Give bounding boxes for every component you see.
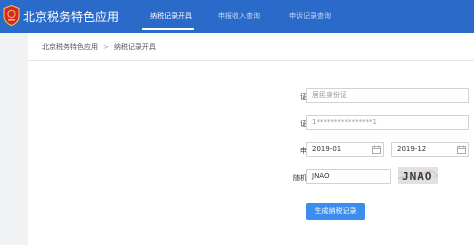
main-panel: 北京税务特色应用>纳税记录开具 证件类型 居民身份证 证件号码 1*******… xyxy=(28,33,474,245)
date-end-field[interactable]: 2019-12 xyxy=(391,142,469,157)
date-start-value: 2019-01 xyxy=(312,145,342,153)
divider xyxy=(28,60,474,61)
calendar-icon[interactable] xyxy=(457,145,466,154)
id-type-placeholder: 居民身份证 xyxy=(312,91,347,99)
id-number-value: 1****************1 xyxy=(312,118,377,126)
captcha-noise-graphic: JNAO xyxy=(398,170,438,183)
id-type-select[interactable]: 居民身份证 xyxy=(306,88,469,103)
id-number-field[interactable]: 1****************1 xyxy=(306,115,469,130)
calendar-icon[interactable] xyxy=(372,145,381,154)
nav-tax-record-issue[interactable]: 纳税记录开具 xyxy=(150,11,192,21)
date-end-value: 2019-12 xyxy=(397,145,427,153)
date-start-field[interactable]: 2019-01 xyxy=(306,142,384,157)
captcha-image-text: JNAO xyxy=(402,170,433,183)
tax-emblem-icon xyxy=(3,5,20,26)
top-bar: 北京税务特色应用 纳税记录开具 申报收入查询 申诉记录查询 xyxy=(0,0,474,33)
breadcrumb-separator: > xyxy=(103,43,109,51)
nav-income-query[interactable]: 申报收入查询 xyxy=(218,11,260,21)
captcha-input[interactable]: JNAO xyxy=(306,169,391,184)
captcha-image[interactable]: JNAO xyxy=(398,167,438,184)
breadcrumb: 北京税务特色应用 > 纳税记录开具 xyxy=(42,42,156,52)
active-nav-indicator xyxy=(142,28,194,30)
app-title: 北京税务特色应用 xyxy=(23,10,120,24)
breadcrumb-current: 纳税记录开具 xyxy=(113,43,156,51)
breadcrumb-home[interactable]: 北京税务特色应用 xyxy=(42,43,98,51)
captcha-input-value: JNAO xyxy=(312,172,330,180)
nav-appeal-query[interactable]: 申诉记录查询 xyxy=(289,11,331,21)
generate-tax-record-button[interactable]: 生成纳税记录 xyxy=(306,203,365,220)
